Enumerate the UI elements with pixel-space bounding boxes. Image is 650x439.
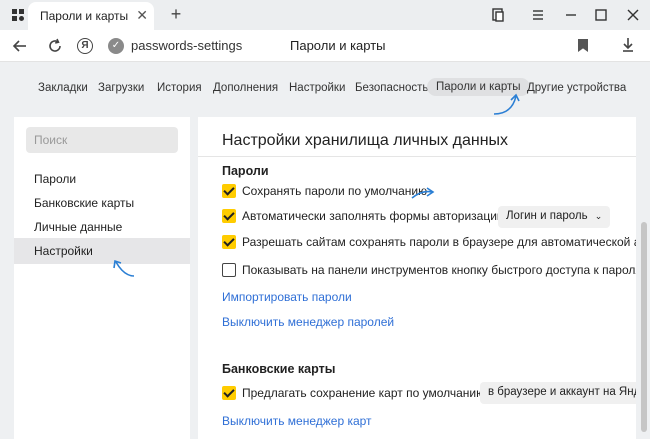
panel-header: Настройки хранилища личных данных <box>198 117 636 157</box>
tab-manager-icon[interactable] <box>489 6 507 24</box>
autofill-mode-select[interactable]: Логин и пароль ⌄ <box>498 206 611 228</box>
select-value: Логин и пароль <box>506 210 588 222</box>
annotation-arrow-icon <box>493 93 520 115</box>
address-toolbar: Я ✓ passwords-settings Пароли и карты <box>0 30 650 62</box>
new-tab-button[interactable]: + <box>166 4 186 24</box>
panel-title: Настройки хранилища личных данных <box>222 132 509 149</box>
search-input[interactable] <box>26 127 178 153</box>
back-arrow-icon[interactable] <box>10 36 30 56</box>
option-label: Сохранять пароли по умолчанию <box>242 184 428 198</box>
sidebar: Пароли Банковские карты Личные данные На… <box>14 117 190 439</box>
passwords-section-title: Пароли <box>222 164 269 178</box>
nav-tab-history[interactable]: История <box>157 82 202 94</box>
yandex-icon[interactable]: Я <box>77 38 93 54</box>
checkbox-allow-sites-save[interactable] <box>222 235 236 249</box>
checkbox-autofill-forms[interactable] <box>222 209 236 223</box>
title-bar: Пароли и карты ✕ + <box>0 0 650 30</box>
nav-tab-security[interactable]: Безопасность <box>355 82 428 94</box>
option-label: Предлагать сохранение карт по умолчанию <box>242 386 486 400</box>
option-label: Показывать на панели инструментов кнопку… <box>242 263 636 277</box>
annotation-arrow-icon <box>411 187 435 199</box>
download-icon[interactable] <box>620 36 636 54</box>
option-label: Разрешать сайтам сохранять пароли в брау… <box>242 235 636 249</box>
address-input[interactable]: passwords-settings <box>131 38 242 53</box>
disable-password-manager-link[interactable]: Выключить менеджер паролей <box>222 315 394 329</box>
cards-section-title: Банковские карты <box>222 362 336 376</box>
close-tab-icon[interactable]: ✕ <box>136 7 148 23</box>
close-window-icon[interactable] <box>624 6 642 24</box>
checkbox-save-passwords[interactable] <box>222 184 236 198</box>
nav-tab-downloads[interactable]: Загрузки <box>98 82 144 94</box>
checkbox-toolbar-button[interactable] <box>222 263 236 277</box>
reload-icon[interactable] <box>45 36 65 56</box>
nav-tab-other-devices[interactable]: Другие устройства <box>527 82 626 94</box>
browser-tab[interactable]: Пароли и карты ✕ <box>28 2 154 30</box>
sidebar-item-bank-cards[interactable]: Банковские карты <box>14 190 190 216</box>
page-title: Пароли и карты <box>290 38 386 53</box>
nav-tab-settings[interactable]: Настройки <box>289 82 345 94</box>
nav-tab-bookmarks[interactable]: Закладки <box>38 82 88 94</box>
select-value: в браузере и аккаунт на Янде <box>488 386 636 398</box>
minimize-icon[interactable] <box>562 6 580 24</box>
import-passwords-link[interactable]: Импортировать пароли <box>222 290 352 304</box>
cards-storage-select[interactable]: в браузере и аккаунт на Янде <box>480 382 636 404</box>
sidebar-item-passwords[interactable]: Пароли <box>14 166 190 192</box>
app-logo-icon <box>12 9 24 21</box>
site-info-icon[interactable]: ✓ <box>108 38 124 54</box>
tab-title: Пароли и карты <box>40 9 129 23</box>
nav-tab-extensions[interactable]: Дополнения <box>213 82 278 94</box>
settings-panel: Настройки хранилища личных данных Пароли… <box>198 117 636 439</box>
disable-card-manager-link[interactable]: Выключить менеджер карт <box>222 414 372 428</box>
annotation-arrow-icon <box>113 259 135 277</box>
chevron-down-icon: ⌄ <box>594 211 603 221</box>
checkbox-save-cards[interactable] <box>222 386 236 400</box>
menu-icon[interactable] <box>529 6 547 24</box>
scrollbar-thumb[interactable] <box>641 222 647 432</box>
maximize-icon[interactable] <box>592 6 610 24</box>
sidebar-item-settings[interactable]: Настройки <box>14 238 190 264</box>
bookmark-icon[interactable] <box>578 39 588 52</box>
sidebar-item-personal-data[interactable]: Личные данные <box>14 214 190 240</box>
option-label: Автоматически заполнять формы авторизаци… <box>242 209 504 223</box>
